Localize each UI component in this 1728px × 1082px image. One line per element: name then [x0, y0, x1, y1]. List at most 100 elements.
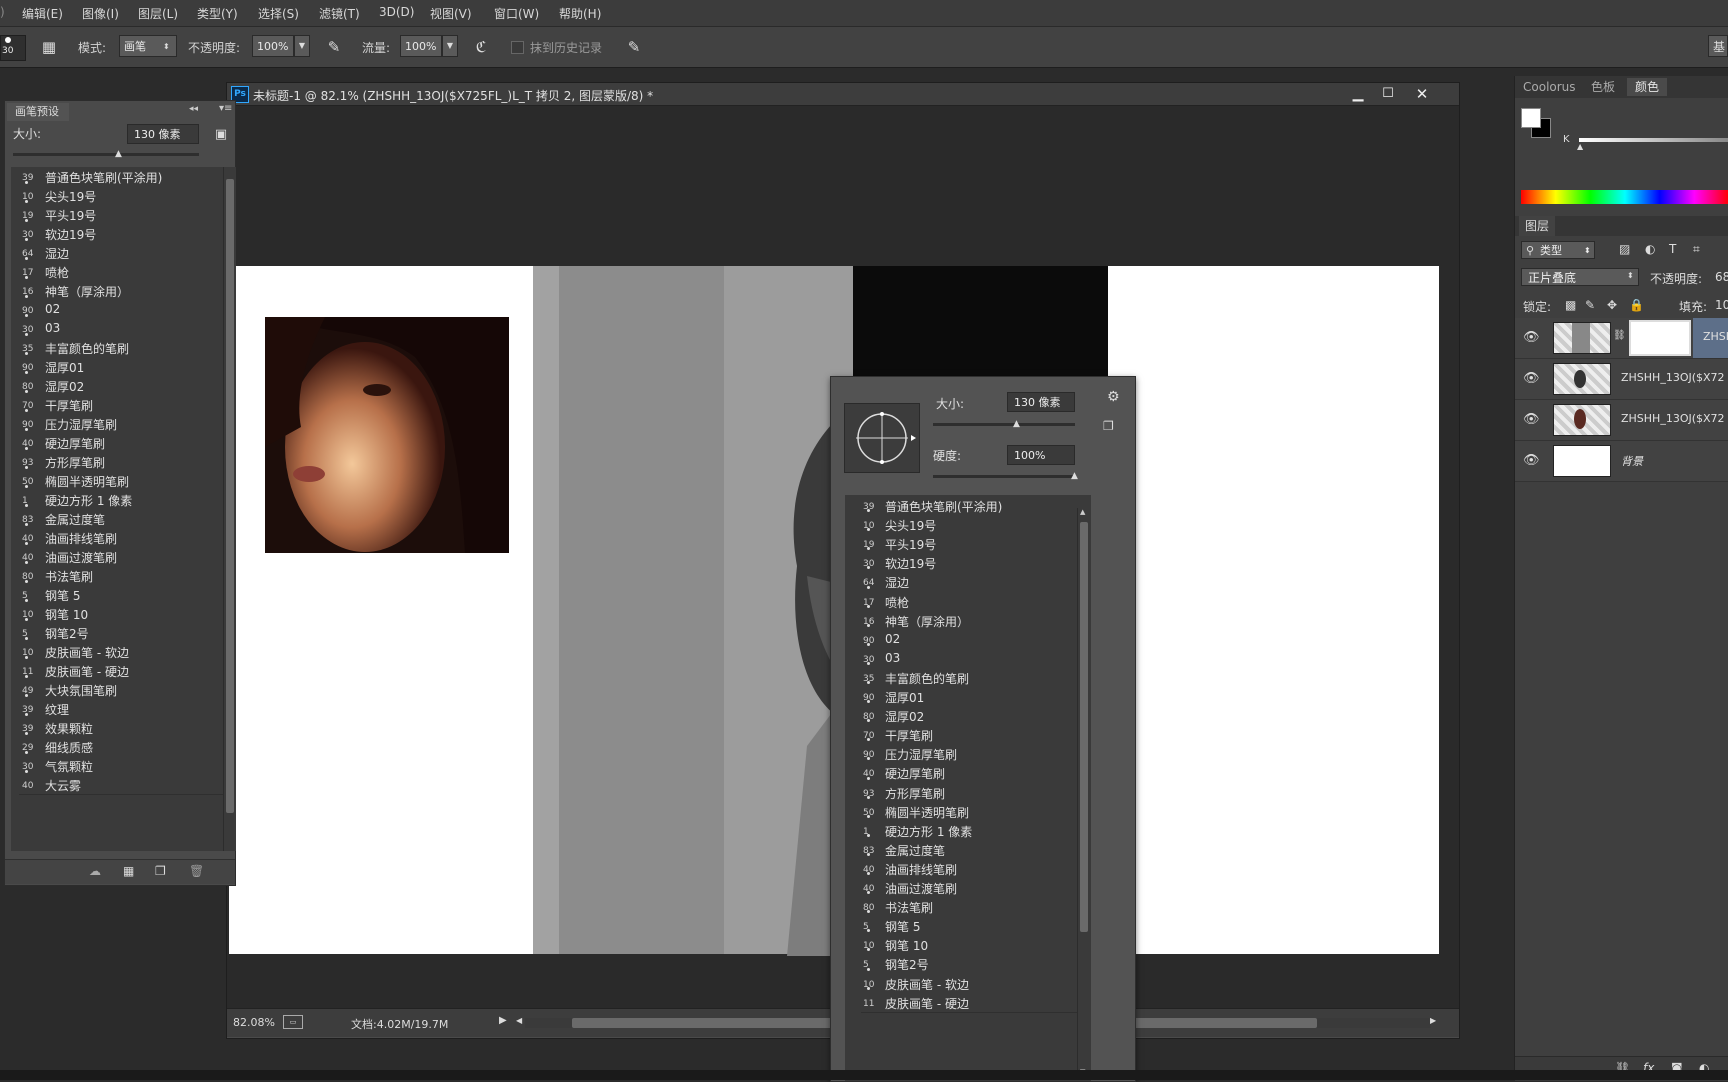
brush-preset-item[interactable]: 10 钢笔 10: [19, 599, 225, 624]
brush-grid-icon[interactable]: ▦: [123, 864, 134, 878]
brush-preset-item[interactable]: 11 皮肤画笔 - 硬边: [861, 986, 1083, 1013]
brush-preset-item[interactable]: 10 皮肤画笔 - 软边: [19, 637, 225, 662]
layer-row[interactable]: 👁 ZHSHH_13OJ($X72: [1515, 400, 1728, 441]
flow-dropdown[interactable]: ▼: [442, 35, 458, 57]
brush-preset-picker[interactable]: 30: [0, 35, 26, 61]
brush-preset-item[interactable]: 40 油画排线笔刷: [861, 852, 1083, 879]
eye-icon[interactable]: 👁: [1523, 371, 1540, 387]
lock-pixels-icon[interactable]: ✎: [1585, 298, 1595, 312]
fill-value[interactable]: 10: [1715, 298, 1728, 312]
filter-pixel-icon[interactable]: ▨: [1619, 242, 1630, 256]
zoom-level[interactable]: 82.08%: [233, 1016, 275, 1029]
new-brush-icon[interactable]: ❐: [155, 864, 166, 878]
layer-row[interactable]: 👁 ZHSHH_13OJ($X72: [1515, 359, 1728, 400]
brush-preset-item[interactable]: 5 钢笔2号: [861, 948, 1083, 975]
brush-preset-item[interactable]: 10 钢笔 10: [861, 929, 1083, 956]
minimize-button[interactable]: ▁: [1347, 83, 1369, 105]
status-info-icon[interactable]: ▭: [283, 1015, 303, 1029]
popup-hardness-slider[interactable]: [933, 475, 1075, 478]
brush-preset-item[interactable]: 80 湿厚02: [861, 700, 1083, 727]
brush-preset-item[interactable]: 90 湿厚01: [19, 352, 225, 377]
scroll-right-icon[interactable]: ▶: [1430, 1016, 1436, 1025]
k-slider[interactable]: [1579, 138, 1728, 142]
menu-type[interactable]: 类型(Y): [197, 5, 238, 22]
brush-preset-item[interactable]: 64 湿边: [861, 566, 1083, 593]
collapse-panel-icon[interactable]: ◂◂: [189, 104, 198, 114]
opacity-input[interactable]: 100%: [252, 35, 294, 57]
mask-link-icon[interactable]: ⛓: [1613, 330, 1626, 341]
new-preset-icon[interactable]: ▣: [211, 125, 231, 145]
status-menu-arrow-icon[interactable]: ▶: [499, 1015, 507, 1026]
brush-preset-item[interactable]: 90 02: [19, 295, 225, 320]
brush-preset-item[interactable]: 90 02: [861, 623, 1083, 650]
layer-name[interactable]: 背景: [1621, 453, 1643, 469]
brush-preset-item[interactable]: 35 丰富颜色的笔刷: [861, 661, 1083, 688]
lock-position-icon[interactable]: ✥: [1607, 298, 1617, 312]
panel-list-scrollbar[interactable]: [223, 167, 236, 851]
popup-size-slider-thumb[interactable]: ▲: [1013, 419, 1020, 429]
brush-preset-item[interactable]: 16 神笔（厚涂用）: [19, 276, 225, 301]
filter-shape-icon[interactable]: ⌗: [1693, 242, 1700, 257]
brush-preset-item[interactable]: 80 湿厚02: [19, 371, 225, 396]
airbrush-icon[interactable]: ℭ: [470, 36, 492, 58]
brush-preset-item[interactable]: 17 喷枪: [19, 257, 225, 282]
brush-preset-item[interactable]: 5 钢笔2号: [19, 618, 225, 643]
menu-filter[interactable]: 滤镜(T): [319, 5, 360, 22]
pressure-size-icon[interactable]: ✎: [623, 36, 645, 58]
menu-layer[interactable]: 图层(L): [138, 5, 178, 22]
brush-preset-item[interactable]: 30 03: [19, 314, 225, 339]
layer-name[interactable]: ZHSH: [1703, 330, 1728, 343]
menu-edit[interactable]: 编辑(E): [22, 5, 63, 22]
filter-type-icon[interactable]: T: [1669, 242, 1676, 256]
menu-view[interactable]: 视图(V): [430, 5, 472, 22]
scroll-left-icon[interactable]: ◀: [516, 1016, 522, 1025]
popup-size-input[interactable]: 130 像素: [1007, 392, 1075, 412]
layer-name[interactable]: ZHSHH_13OJ($X72: [1621, 412, 1725, 425]
eye-icon[interactable]: 👁: [1523, 453, 1540, 469]
toggle-brush-panel-icon[interactable]: ☁: [89, 864, 101, 878]
brush-preset-item[interactable]: 10 尖头19号: [19, 181, 225, 206]
brush-preset-item[interactable]: 30 03: [861, 642, 1083, 669]
brush-preset-item[interactable]: 39 效果颗粒: [19, 713, 225, 738]
brush-preset-item[interactable]: 35 丰富颜色的笔刷: [19, 333, 225, 358]
brush-preset-item[interactable]: 40 油画过渡笔刷: [19, 542, 225, 567]
trash-icon[interactable]: 🗑: [189, 864, 204, 878]
brush-preset-item[interactable]: 39 纹理: [19, 694, 225, 719]
panel-size-input[interactable]: 130 像素: [127, 124, 199, 144]
layer-row[interactable]: 👁 ⛓ ZHSH: [1515, 318, 1728, 359]
workspace-button[interactable]: 基: [1708, 35, 1728, 57]
brush-preset-item[interactable]: 90 压力湿厚笔刷: [861, 738, 1083, 765]
menu-3d[interactable]: 3D(D): [379, 5, 414, 19]
tab-coolorus[interactable]: Coolorus: [1523, 78, 1576, 96]
brush-preset-item[interactable]: 93 方形厚笔刷: [861, 776, 1083, 803]
brush-preset-item[interactable]: 30 软边19号: [19, 219, 225, 244]
eye-icon[interactable]: 👁: [1523, 330, 1540, 346]
menu-image[interactable]: 图像(I): [82, 5, 119, 22]
pressure-opacity-icon[interactable]: ✎: [323, 36, 345, 58]
foreground-color-swatch[interactable]: [1521, 108, 1541, 128]
panel-menu-icon[interactable]: ▾≡: [219, 103, 232, 114]
layer-name[interactable]: ZHSHH_13OJ($X72: [1621, 371, 1725, 384]
brush-preset-item[interactable]: 1 硬边方形 1 像素: [861, 814, 1083, 841]
brush-preset-item[interactable]: 83 金属过度笔: [19, 504, 225, 529]
popup-size-slider[interactable]: [933, 423, 1075, 426]
layer-opacity-value[interactable]: 68: [1715, 270, 1728, 284]
popup-settings-gear-icon[interactable]: ⚙: [1107, 389, 1120, 405]
brush-preset-item[interactable]: 40 硬边厚笔刷: [861, 757, 1083, 784]
brush-preset-item[interactable]: 39 普通色块笔刷(平涂用): [861, 495, 1083, 516]
k-slider-thumb[interactable]: ▲: [1577, 142, 1583, 151]
brush-preset-item[interactable]: 80 书法笔刷: [861, 891, 1083, 918]
panel-list-scroll-thumb[interactable]: [226, 179, 234, 813]
brush-preset-item[interactable]: 50 椭圆半透明笔刷: [19, 466, 225, 491]
brush-preset-item[interactable]: 19 平头19号: [861, 528, 1083, 555]
brush-preset-item[interactable]: 16 神笔（厚涂用）: [861, 604, 1083, 631]
brush-preset-item[interactable]: 83 金属过度笔: [861, 833, 1083, 860]
erase-to-history-checkbox[interactable]: [511, 41, 524, 54]
brush-preset-item[interactable]: 70 干厚笔刷: [19, 390, 225, 415]
brush-preset-item[interactable]: 40 油画排线笔刷: [19, 523, 225, 548]
maximize-button[interactable]: ☐: [1377, 83, 1399, 105]
brush-tip-preview[interactable]: [844, 403, 920, 473]
popup-hardness-slider-thumb[interactable]: ▲: [1071, 471, 1078, 481]
brush-preset-item[interactable]: 30 气氛颗粒: [19, 751, 225, 776]
brush-preset-item[interactable]: 64 湿边: [19, 238, 225, 263]
